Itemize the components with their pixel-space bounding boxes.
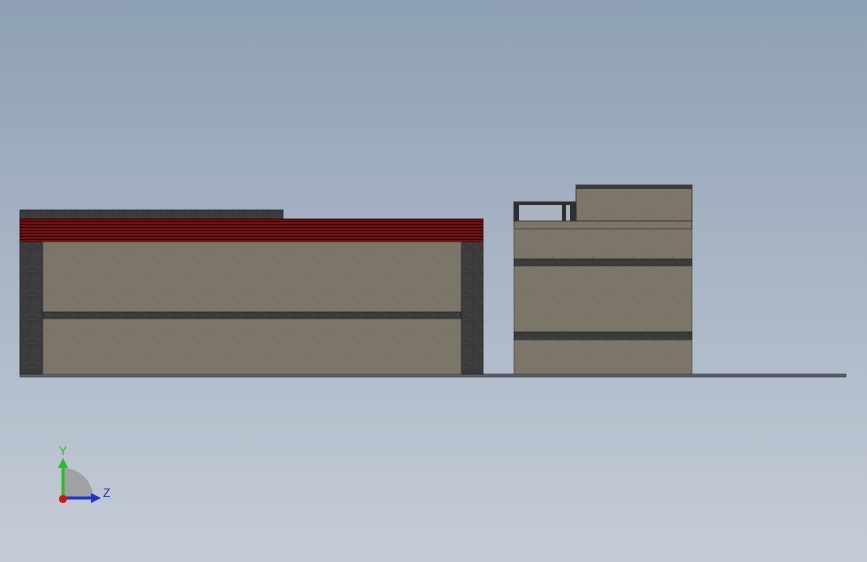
- right-rooftop-block: [575, 184, 693, 222]
- left-building-right-wall: [460, 241, 484, 375]
- right-band-upper: [513, 258, 693, 267]
- left-roof-tiles: [19, 218, 484, 243]
- triad-x-axis-dot: [59, 495, 67, 503]
- triad-z-label: Z: [103, 486, 110, 500]
- right-building[interactable]: [513, 184, 693, 375]
- ground-line: [19, 373, 847, 378]
- right-middle-wall: [513, 265, 693, 333]
- left-upper-wall: [42, 241, 462, 313]
- left-end-wall: [19, 241, 44, 375]
- triad-y-arrow-icon: [58, 458, 68, 468]
- right-roof-slab: [513, 220, 693, 230]
- right-rooftop-cap: [576, 185, 692, 189]
- left-roof-parapet: [19, 209, 284, 220]
- triad-z-arrow-icon: [91, 493, 101, 503]
- left-lower-wall: [42, 318, 462, 375]
- left-mid-band: [42, 311, 462, 320]
- graphics-viewport[interactable]: Y Z: [0, 0, 867, 562]
- right-lower-wall: [513, 339, 693, 375]
- right-upper-wall: [513, 228, 693, 260]
- rooftop-railing: [513, 201, 577, 222]
- left-building[interactable]: [19, 209, 484, 375]
- triad-y-label: Y: [59, 444, 67, 458]
- reference-triad[interactable]: Y Z: [58, 444, 110, 503]
- triad-plane-indicator: [63, 468, 93, 498]
- right-band-lower: [513, 331, 693, 341]
